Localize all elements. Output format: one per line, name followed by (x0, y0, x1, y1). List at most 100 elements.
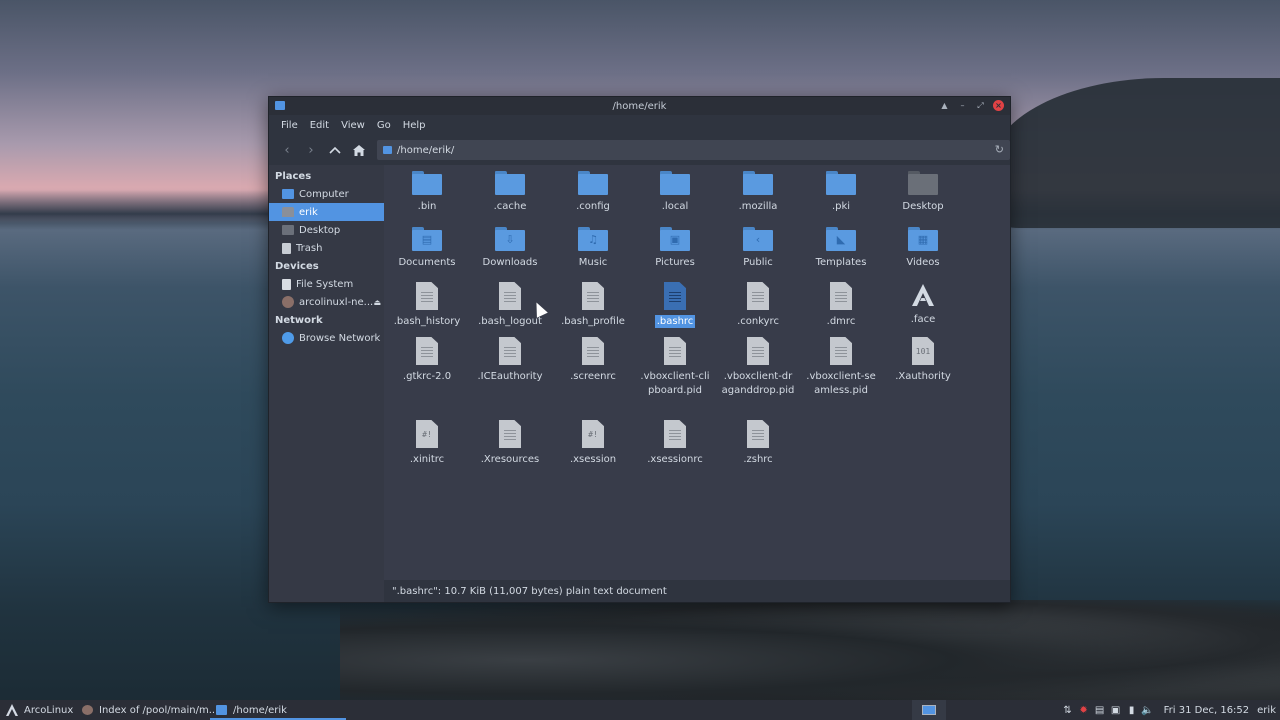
file-item[interactable]: .dmrc (802, 282, 880, 329)
task-label: /home/erik (233, 704, 287, 716)
file-item[interactable]: .ICEauthority (471, 337, 549, 384)
back-button[interactable]: ‹ (275, 139, 299, 161)
home-button[interactable] (347, 139, 371, 161)
file-name-text: .bin (417, 201, 437, 212)
maximize-button[interactable]: ⤢ (975, 100, 986, 111)
folder-public-icon: ‹ (743, 227, 773, 251)
clipboard-icon[interactable]: ▤ (1093, 700, 1107, 720)
file-item[interactable]: 101 .Xauthority (884, 337, 962, 384)
places-header: Places (275, 171, 312, 182)
file-item[interactable]: .bin (388, 171, 466, 214)
file-item[interactable]: ▦ Videos (884, 227, 962, 270)
file-name-text: .face (910, 314, 936, 325)
file-item[interactable]: .vboxclient-seamless.pid (802, 337, 880, 398)
up-button[interactable] (323, 139, 347, 161)
menu-go[interactable]: Go (371, 120, 397, 131)
close-button[interactable]: × (993, 100, 1004, 111)
file-item[interactable]: Desktop (884, 171, 962, 214)
window-titlebar[interactable]: /home/erik ▲ – ⤢ × (269, 97, 1010, 115)
clock[interactable]: Fri 31 Dec, 16:52 (1164, 705, 1250, 716)
file-name-text: .local (661, 201, 689, 212)
file-item[interactable]: #! .xinitrc (388, 420, 466, 467)
file-item[interactable]: .mozilla (719, 171, 797, 214)
file-name: .local (636, 200, 714, 214)
file-item[interactable]: .pki (802, 171, 880, 214)
eject-icon[interactable]: ⏏ (373, 298, 381, 307)
file-item[interactable]: ▤ Documents (388, 227, 466, 270)
sidebar-item-arcolinux-disc[interactable]: arcolinuxl-ne... ⏏ (269, 293, 384, 311)
menu-edit[interactable]: Edit (304, 120, 335, 131)
file-item[interactable]: .bash_profile (554, 282, 632, 329)
file-name-text: Public (743, 257, 773, 268)
file-item[interactable]: .vboxclient-clipboard.pid (636, 337, 714, 398)
file-item[interactable]: .face (884, 282, 962, 327)
sidebar-item-desktop[interactable]: Desktop (269, 221, 384, 239)
power-icon[interactable]: ▮ (1125, 700, 1139, 720)
file-name: .bash_profile (554, 315, 632, 329)
minimize-button[interactable]: – (957, 100, 968, 111)
home-folder-icon (282, 207, 294, 217)
file-item[interactable]: .bash_history (388, 282, 466, 329)
sidebar-item-erik[interactable]: erik (269, 203, 384, 221)
file-name: .Xauthority (884, 370, 962, 384)
file-view[interactable]: .bin .cache .config .local .mozilla .pki Deskt… (384, 165, 1010, 602)
file-item[interactable]: .conkyrc (719, 282, 797, 329)
sidebar-item-browse-network[interactable]: Browse Network (269, 329, 384, 347)
folder-icon (495, 171, 525, 195)
file-item[interactable]: .screenrc (554, 337, 632, 384)
start-menu-button[interactable]: ArcoLinux (0, 700, 76, 720)
file-item[interactable]: .local (636, 171, 714, 214)
screenshot-icon[interactable]: ▣ (1109, 700, 1123, 720)
file-item[interactable]: .zshrc (719, 420, 797, 467)
file-item[interactable]: #! .xsession (554, 420, 632, 467)
task-browser[interactable]: Index of /pool/main/m... (76, 700, 218, 720)
file-name-text: .vboxclient-seamless.pid (806, 371, 876, 396)
user-name[interactable]: erik (1257, 705, 1276, 716)
network-transfer-icon[interactable]: ⇅ (1061, 700, 1075, 720)
file-item[interactable]: ▣ Pictures (636, 227, 714, 270)
file-name: .pki (802, 200, 880, 214)
file-item[interactable]: ◣ Templates (802, 227, 880, 270)
volume-icon[interactable]: 🔈 (1141, 700, 1155, 720)
taskbar: ArcoLinux Index of /pool/main/m... /home… (0, 700, 1280, 720)
file-item[interactable]: .vboxclient-draganddrop.pid (719, 337, 797, 398)
sidebar-item-trash[interactable]: Trash (269, 239, 384, 257)
file-item[interactable]: .cache (471, 171, 549, 214)
task-file-manager[interactable]: /home/erik (210, 700, 346, 720)
text-lines-glyph (421, 292, 433, 302)
file-item[interactable]: ⇩ Downloads (471, 227, 549, 270)
file-name: Downloads (471, 256, 549, 270)
file-item[interactable]: .xsessionrc (636, 420, 714, 467)
shade-button[interactable]: ▲ (939, 100, 950, 111)
text-lines-glyph (669, 347, 681, 357)
menu-file[interactable]: File (275, 120, 304, 131)
menu-help[interactable]: Help (397, 120, 432, 131)
sidebar-item-computer[interactable]: Computer (269, 185, 384, 203)
location-bar[interactable]: /home/erik/ ↻ (377, 140, 1010, 160)
file-name: Desktop (884, 200, 962, 214)
file-item[interactable]: ♫ Music (554, 227, 632, 270)
file-item[interactable]: .bashrc (636, 282, 714, 329)
file-grid: .bin .cache .config .local .mozilla .pki Deskt… (384, 165, 1010, 579)
reload-icon[interactable]: ↻ (995, 143, 1004, 156)
sidebar-item-file-system[interactable]: File System (269, 275, 384, 293)
file-item[interactable]: .config (554, 171, 632, 214)
chevron-left-icon: ‹ (284, 142, 290, 158)
file-item[interactable]: .gtkrc-2.0 (388, 337, 466, 384)
menu-view[interactable]: View (335, 120, 371, 131)
update-gear-icon[interactable]: ✹ (1077, 700, 1091, 720)
file-name: .dmrc (802, 315, 880, 329)
text-lines-glyph (421, 347, 433, 357)
show-desktop-button[interactable] (911, 700, 946, 720)
menubar: File Edit View Go Help (269, 115, 1010, 135)
file-item[interactable]: .Xresources (471, 420, 549, 467)
file-name: .screenrc (554, 370, 632, 384)
file-name: .config (554, 200, 632, 214)
forward-button[interactable]: › (299, 139, 323, 161)
text-file-icon (664, 420, 686, 448)
file-name-text: .bashrc (654, 315, 696, 328)
file-item[interactable]: ‹ Public (719, 227, 797, 270)
text-file-icon (416, 282, 438, 310)
file-name: .vboxclient-seamless.pid (802, 370, 880, 398)
file-name-text: .cache (493, 201, 527, 212)
